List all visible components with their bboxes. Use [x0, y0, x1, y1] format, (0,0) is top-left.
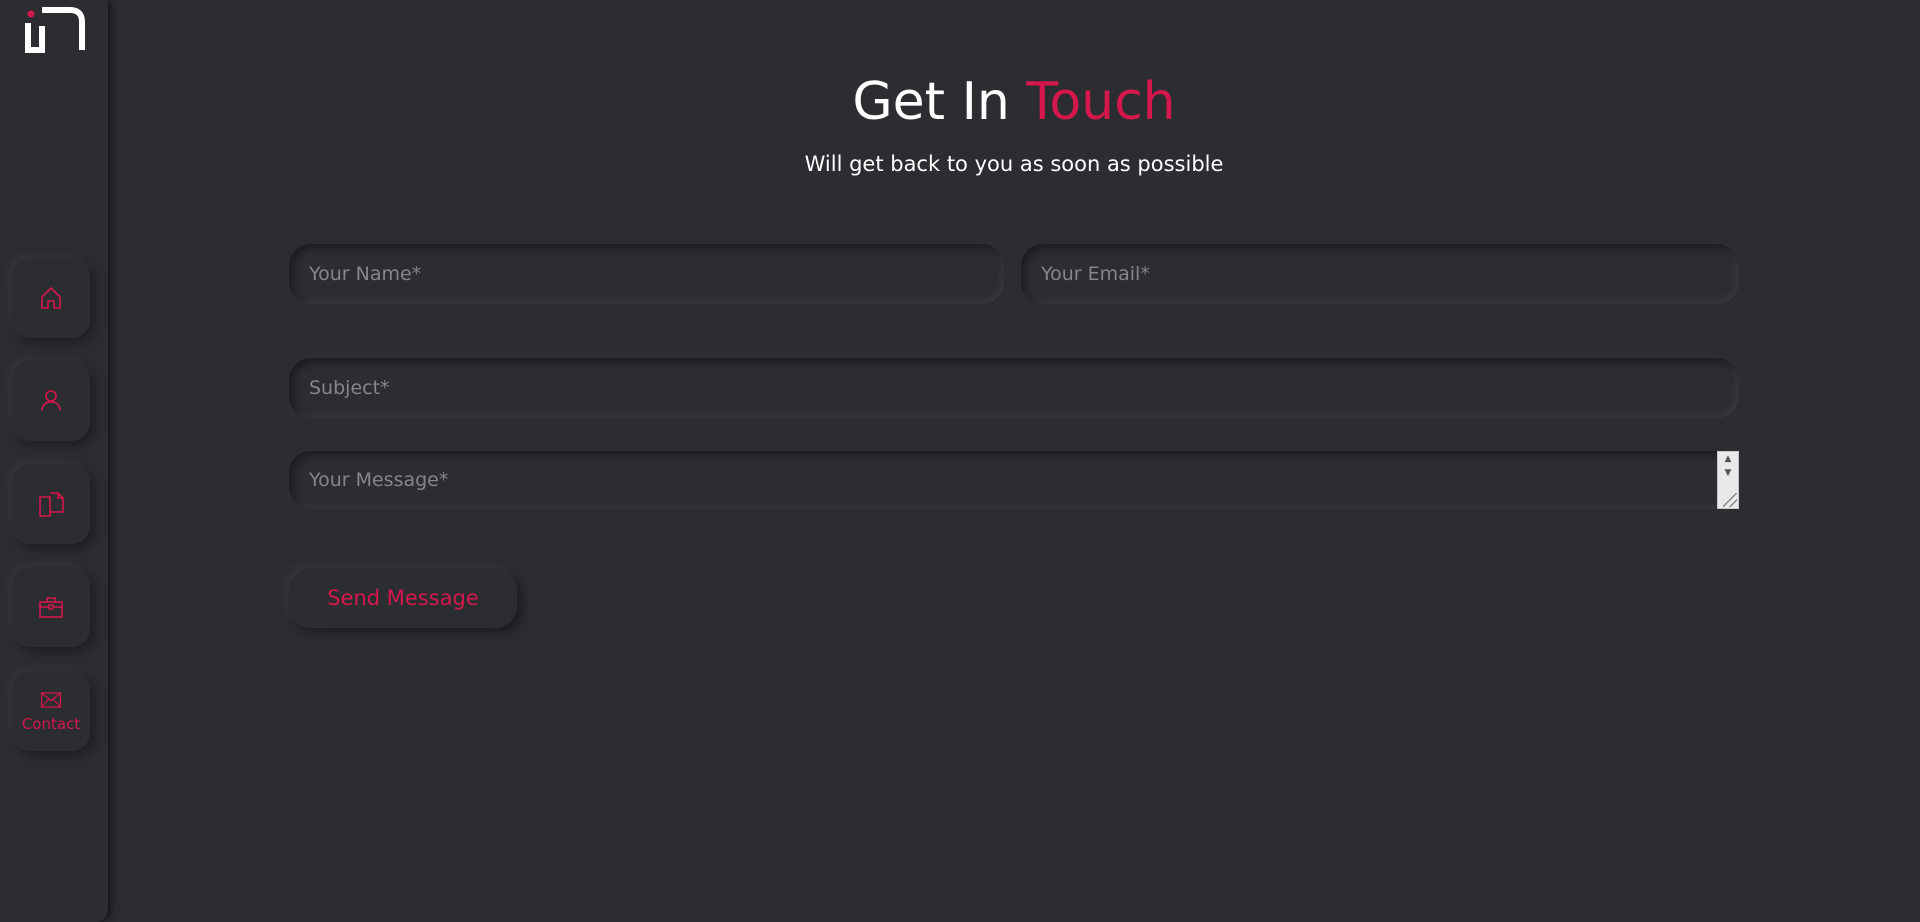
page-title-main: Get In — [852, 72, 1027, 132]
page-title-accent: Touch — [1026, 72, 1176, 132]
home-icon — [41, 287, 61, 309]
message-scrollbar[interactable]: ▲ ▼ — [1717, 451, 1739, 509]
send-message-button[interactable]: Send Message — [289, 568, 517, 628]
sidebar-item-portfolio[interactable] — [12, 567, 90, 647]
resize-grip-icon[interactable] — [1723, 493, 1737, 507]
subject-input[interactable] — [289, 358, 1739, 418]
name-input[interactable] — [289, 244, 1004, 304]
documents-icon — [39, 492, 64, 517]
sidebar-item-resume[interactable] — [12, 464, 90, 544]
sidebar-item-home[interactable] — [12, 258, 90, 338]
sidebar-item-label: Contact — [21, 715, 81, 733]
scroll-down-icon[interactable]: ▼ — [1718, 466, 1738, 480]
message-textarea[interactable] — [289, 451, 1739, 509]
scroll-up-icon[interactable]: ▲ — [1718, 452, 1738, 466]
briefcase-icon — [39, 597, 63, 618]
brand-logo-icon[interactable] — [22, 6, 86, 54]
page-title: Get In Touch — [108, 72, 1920, 132]
sidebar-item-contact[interactable]: Contact — [12, 671, 90, 751]
mail-icon — [40, 692, 62, 708]
main-content: Get In Touch Will get back to you as soo… — [108, 0, 1920, 922]
user-icon — [41, 390, 61, 411]
email-input[interactable] — [1021, 244, 1739, 304]
sidebar-item-about[interactable] — [12, 361, 90, 441]
sidebar: Contact — [0, 0, 108, 922]
page-subtitle: Will get back to you as soon as possible — [804, 152, 1224, 176]
